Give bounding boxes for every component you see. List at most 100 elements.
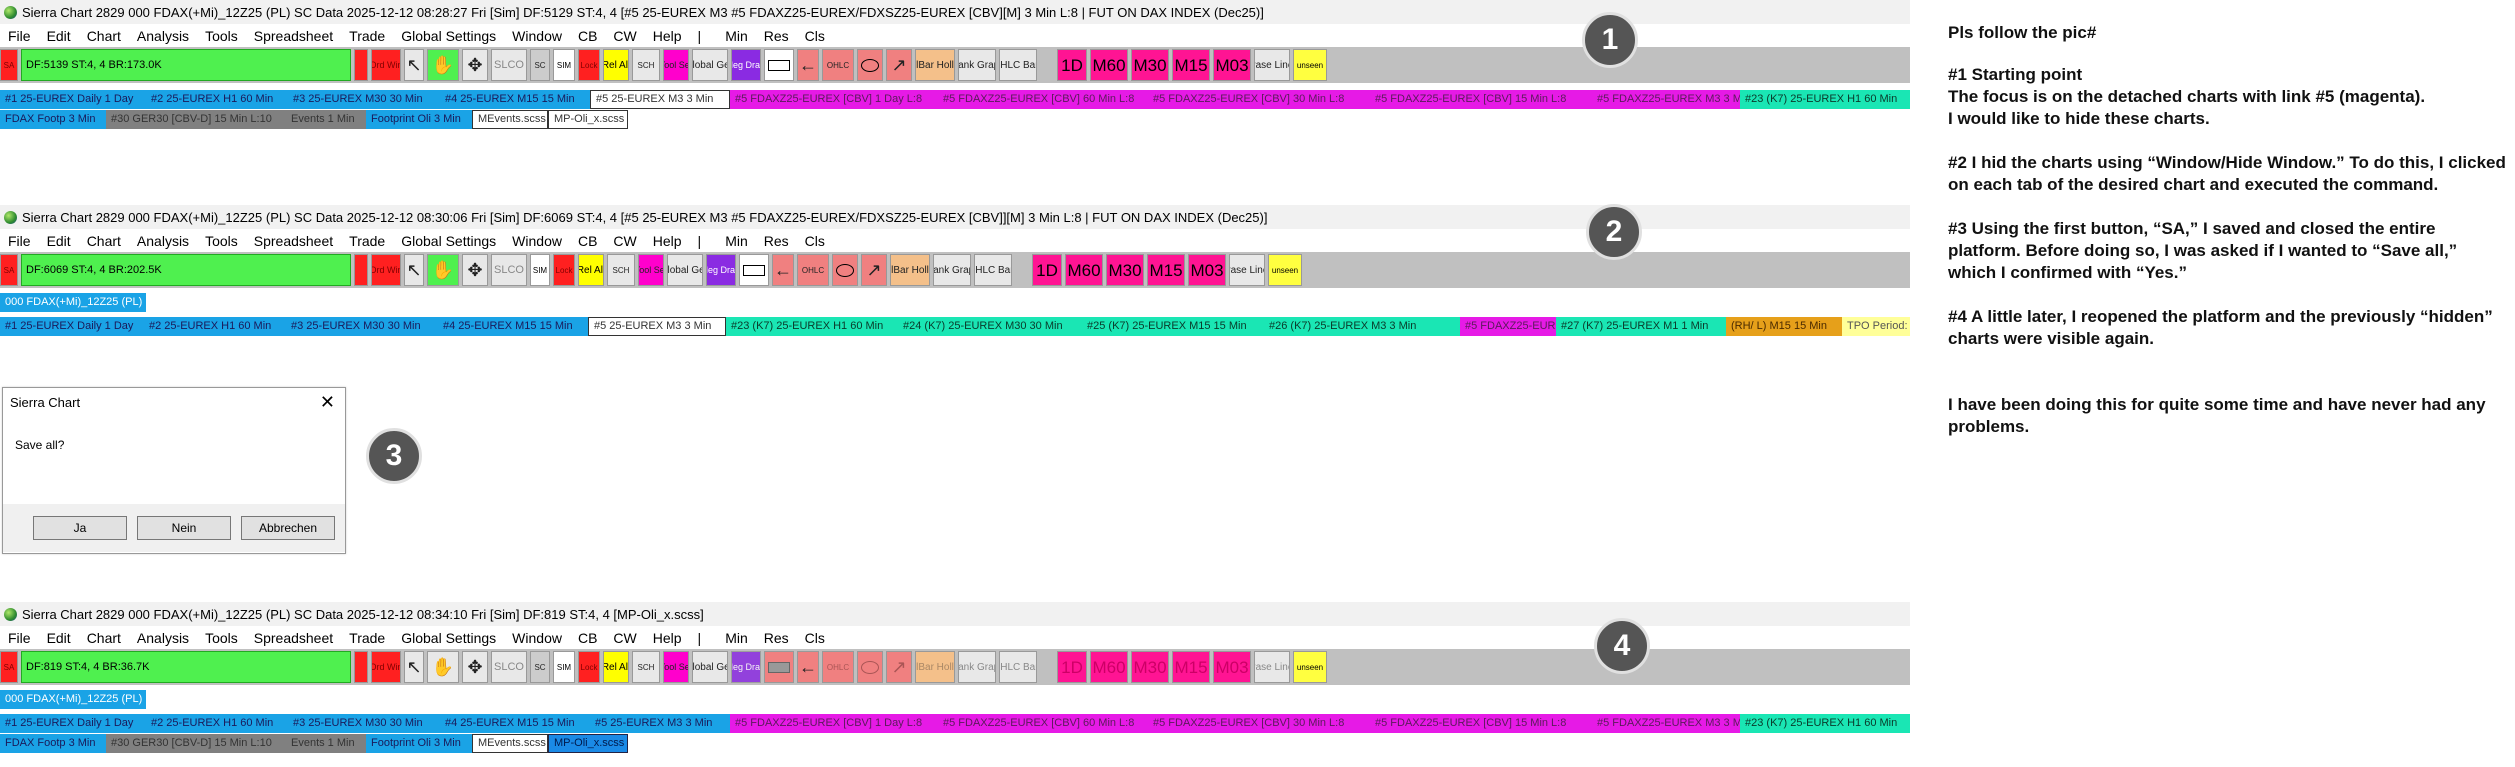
chart-tab-active[interactable]: #5 25-EUREX M3 3 Min [590, 89, 730, 109]
menu-res[interactable]: Res [764, 28, 789, 44]
chart-tab[interactable]: #25 (K7) 25-EUREX M15 15 Min [1082, 316, 1264, 336]
menu-cls[interactable]: Cls [805, 233, 825, 249]
line-tool-icon[interactable]: ← [772, 254, 794, 286]
menu-min[interactable]: Min [725, 28, 748, 44]
sa-button[interactable]: SA [0, 254, 18, 286]
erase-lines-button[interactable]: Erase Lines [1254, 651, 1290, 683]
chart-tab[interactable]: #23 (K7) 25-EUREX H1 60 Min [1740, 713, 1910, 733]
timeframe-m03-button[interactable]: M03 [1188, 254, 1226, 286]
chart-tab[interactable]: #2 25-EUREX H1 60 Min [146, 89, 288, 109]
sch-button[interactable]: SCH [607, 254, 635, 286]
chart-tab[interactable]: FDAX Footp 3 Min [0, 733, 106, 753]
timeframe-m15-button[interactable]: M15 [1172, 49, 1210, 81]
cdlbar-hollow-button[interactable]: CdlBar Hollow [915, 49, 955, 81]
crosshair-tool-icon[interactable]: ✥ [462, 254, 488, 286]
menu-global-settings[interactable]: Global Settings [401, 233, 496, 249]
pointer-tool-icon[interactable]: ↖ [404, 651, 424, 683]
chart-tab-linked-magenta[interactable]: #5 FDAXZ25-EUREX M3 [1460, 316, 1588, 336]
chart-tab[interactable]: #2 25-EUREX H1 60 Min [146, 713, 288, 733]
chart-tab[interactable]: #24 (K7) 25-EUREX M30 30 Min [898, 316, 1082, 336]
sim-button[interactable]: SIM [553, 49, 575, 81]
menu-cw[interactable]: CW [613, 233, 636, 249]
chart-tab[interactable]: Events 1 Min [286, 109, 366, 129]
chart-tab[interactable]: #4 25-EUREX M15 15 Min [438, 316, 588, 336]
menu-window[interactable]: Window [512, 233, 562, 249]
red-button[interactable] [354, 651, 368, 683]
chartbook-tab[interactable]: MEvents.scss [472, 733, 548, 753]
chart-tab-linked-magenta[interactable]: #5 FDAXZ25-EUREX [CBV] 15 Min L:8 [1370, 89, 1592, 109]
menu-chart[interactable]: Chart [87, 233, 121, 249]
timeframe-1d-button[interactable]: 1D [1032, 254, 1062, 286]
timeframe-m30-button[interactable]: M30 [1131, 49, 1169, 81]
timeframe-1d-button[interactable]: 1D [1057, 651, 1087, 683]
rectangle-tool-icon[interactable] [764, 651, 794, 683]
meg-draw-button[interactable]: Meg Draw [731, 49, 761, 81]
menu-spreadsheet[interactable]: Spreadsheet [254, 630, 333, 646]
hand-cross-tool-icon[interactable]: ✋ [427, 49, 459, 81]
chart-tab[interactable]: #23 (K7) 25-EUREX H1 60 Min [1740, 89, 1910, 109]
meg-draw-button[interactable]: Meg Draw [706, 254, 736, 286]
chart-tab[interactable]: #1 25-EUREX Daily 1 Day [0, 89, 146, 109]
chartbook-tab-active[interactable]: MP-Oli_x.scss [548, 733, 628, 753]
chart-tab[interactable]: #1 25-EUREX Daily 1 Day [0, 316, 144, 336]
rel-all-button[interactable]: Rel All [603, 651, 629, 683]
menu-chart[interactable]: Chart [87, 28, 121, 44]
lock-button[interactable]: Lock [578, 651, 600, 683]
timeframe-m03-button[interactable]: M03 [1213, 49, 1251, 81]
chartbook-tab[interactable]: MP-Oli_x.scss [548, 109, 628, 129]
sim-button[interactable]: SIM [530, 254, 550, 286]
chart-tab[interactable]: #2 25-EUREX H1 60 Min [144, 316, 286, 336]
timeframe-m30-button[interactable]: M30 [1131, 651, 1169, 683]
cdlbar-hollow-button[interactable]: CdlBar Hollow [890, 254, 930, 286]
unseen-button[interactable]: unseen [1293, 651, 1327, 683]
timeframe-m30-button[interactable]: M30 [1106, 254, 1144, 286]
menu-chart[interactable]: Chart [87, 630, 121, 646]
menu-cls[interactable]: Cls [805, 630, 825, 646]
tool-set-button[interactable]: Tool Set [663, 49, 689, 81]
yes-button[interactable]: Ja [33, 516, 127, 540]
crosshair-tool-icon[interactable]: ✥ [462, 49, 488, 81]
menu-trade[interactable]: Trade [349, 28, 385, 44]
menu-cb[interactable]: CB [578, 630, 597, 646]
meg-draw-button[interactable]: Meg Draw [731, 651, 761, 683]
order-window-button[interactable]: Ord Win [371, 254, 401, 286]
slco-button[interactable]: SLCO [491, 254, 527, 286]
chart-tab-linked-magenta[interactable]: #5 FDAXZ25-EUREX [CBV] 30 Min L:8 [1148, 89, 1370, 109]
rectangle-tool-icon[interactable] [739, 254, 769, 286]
menu-min[interactable]: Min [725, 233, 748, 249]
ohlc-bars-button[interactable]: OHLC Bars [974, 254, 1012, 286]
chartbook-tab[interactable]: MEvents.scss [472, 109, 548, 129]
rel-all-button[interactable]: Rel All [603, 49, 629, 81]
order-window-button[interactable]: Ord Win [371, 49, 401, 81]
menu-file[interactable]: File [8, 28, 31, 44]
red-button[interactable] [354, 254, 368, 286]
menu-help[interactable]: Help [653, 233, 682, 249]
blank-graph-button[interactable]: Blank Graph [933, 254, 971, 286]
lock-button[interactable]: Lock [553, 254, 575, 286]
menu-help[interactable]: Help [653, 630, 682, 646]
ohlc-tool-button[interactable]: OHLC [822, 651, 854, 683]
chart-tab-linked-magenta[interactable]: #5 FDAXZ25-EUREX [CBV] 1 Day L:8 [730, 713, 938, 733]
menu-window[interactable]: Window [512, 630, 562, 646]
menu-tools[interactable]: Tools [205, 28, 238, 44]
menu-analysis[interactable]: Analysis [137, 630, 189, 646]
menu-window[interactable]: Window [512, 28, 562, 44]
menu-res[interactable]: Res [764, 630, 789, 646]
global-gen-button[interactable]: Global Gen [692, 49, 728, 81]
chart-tab[interactable]: FDAX Footp 3 Min [0, 109, 106, 129]
chart-tab[interactable]: #4 25-EUREX M15 15 Min [440, 89, 590, 109]
global-gen-button[interactable]: Global Gen [692, 651, 728, 683]
menu-cw[interactable]: CW [613, 28, 636, 44]
sa-button[interactable]: SA [0, 49, 18, 81]
pointer-tool-icon[interactable]: ↖ [404, 49, 424, 81]
chart-tab[interactable]: #3 25-EUREX M30 30 Min [288, 713, 440, 733]
blank-graph-button[interactable]: Blank Graph [958, 651, 996, 683]
chart-tab-linked-magenta[interactable]: #5 FDAXZ25-EUREX [CBV] 1 Day L:8 [730, 89, 938, 109]
ohlc-tool-button[interactable]: OHLC [797, 254, 829, 286]
rel-all-button[interactable]: Rel All [578, 254, 604, 286]
chartbook-tab-active[interactable]: 000 FDAX(+Mi)_12Z25 (PL) [0, 689, 146, 709]
sim-button[interactable]: SIM [553, 651, 575, 683]
chart-tab-linked-magenta[interactable]: #5 FDAXZ25-EUREX [CBV] 15 Min L:8 [1370, 713, 1592, 733]
menu-global-settings[interactable]: Global Settings [401, 630, 496, 646]
no-button[interactable]: Nein [137, 516, 231, 540]
